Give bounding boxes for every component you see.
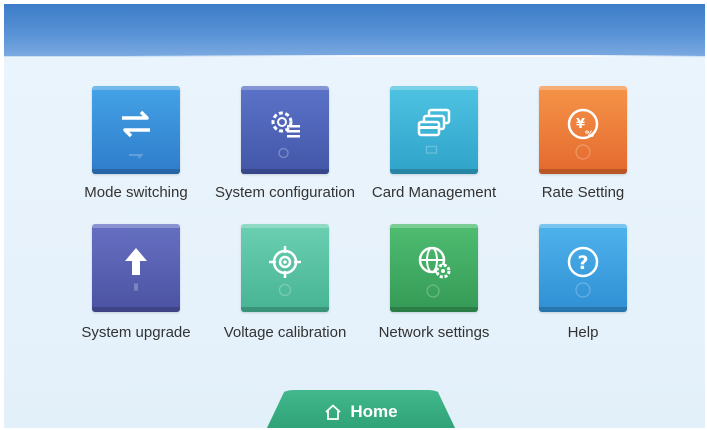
question-icon: ? — [567, 246, 599, 278]
gear-list-icon — [271, 111, 300, 138]
network-settings-label: Network settings — [378, 324, 490, 341]
header-bar — [4, 4, 705, 57]
home-icon — [325, 404, 341, 420]
yen-percent-icon: ¥ % — [567, 108, 599, 140]
voltage-calibration-label: Voltage calibration — [223, 324, 347, 341]
cards-icon — [417, 108, 451, 137]
mode-switching-tile[interactable] — [92, 86, 180, 174]
help-tile[interactable]: ? — [539, 224, 627, 312]
mode-switching-label: Mode switching — [84, 184, 188, 201]
swap-arrows-icon — [122, 110, 150, 138]
svg-text:¥: ¥ — [576, 117, 585, 132]
app-screen: Mode switching System configuration Card… — [4, 4, 705, 428]
network-settings-tile[interactable] — [390, 224, 478, 312]
card-management-label: Card Management — [371, 184, 497, 201]
upload-arrow-icon — [125, 248, 147, 275]
card-management-tile[interactable] — [390, 86, 478, 174]
system-configuration-label: System configuration — [214, 184, 356, 201]
home-button[interactable]: Home — [266, 397, 456, 427]
svg-text:%: % — [585, 130, 594, 140]
system-upgrade-tile[interactable] — [92, 224, 180, 312]
voltage-calibration-tile[interactable] — [241, 224, 329, 312]
help-label: Help — [567, 324, 599, 341]
home-label: Home — [350, 402, 398, 421]
crosshair-icon — [269, 246, 301, 278]
svg-text:?: ? — [577, 252, 588, 274]
rate-setting-tile[interactable]: ¥ % — [539, 86, 627, 174]
system-configuration-tile[interactable] — [241, 86, 329, 174]
rate-setting-label: Rate Setting — [541, 184, 625, 201]
globe-gear-icon — [418, 246, 451, 279]
system-upgrade-label: System upgrade — [81, 324, 191, 341]
